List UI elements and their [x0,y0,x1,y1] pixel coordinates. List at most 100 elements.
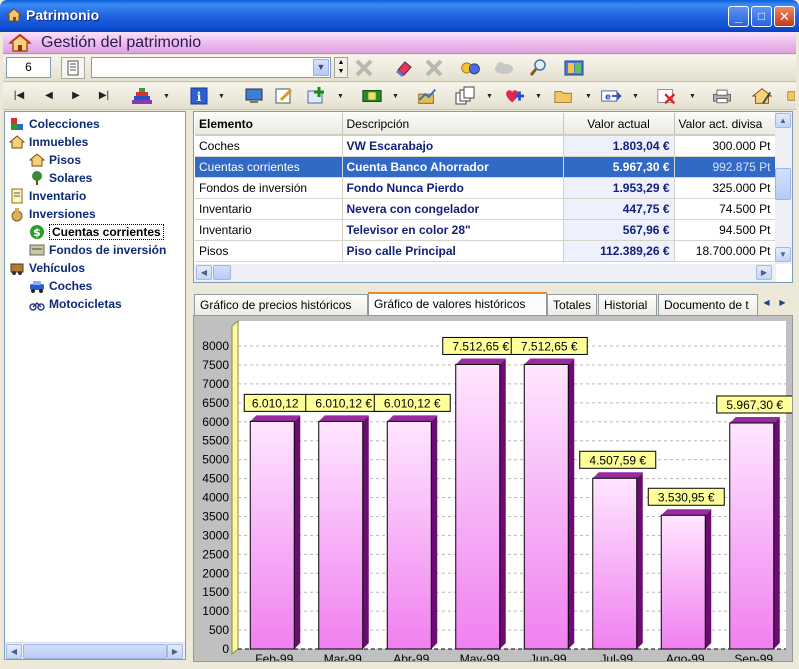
grid-horizontal-scrollbar[interactable]: ◀ ▶ [194,264,776,282]
table-row[interactable]: Pisos Piso calle Principal 112.389,26 €18.… [195,240,776,262]
chevron-down-icon[interactable]: ▼ [486,93,493,100]
tree-item-cuentas-corrientes[interactable]: $ Cuentas corrientes [29,223,164,240]
table-row[interactable]: Fondos de inversión Fondo Nunca Pierdo 1.9… [195,177,776,199]
y-tick-label: 1000 [202,604,229,618]
cell-valor: 5.967,30 € [563,156,675,178]
chevron-down-icon[interactable]: ▼ [337,93,344,100]
table-row[interactable]: Coches VW Escarabajo 1.803,04 €300.000 Pt [195,135,776,157]
window-titlebar[interactable]: Patrimonio _ □ ✕ [0,0,799,32]
tree-item-colecciones[interactable]: Colecciones [9,115,100,132]
tree-item-pisos[interactable]: Pisos [29,151,81,168]
chevron-down-icon[interactable]: ▼ [218,93,225,100]
elements-grid[interactable]: Elemento Descripción Valor actual Valor … [193,111,793,283]
remove-filter-icon[interactable] [656,85,678,107]
grid-vertical-scrollbar[interactable]: ▲ ▼ [775,112,792,264]
chevron-down-icon[interactable]: ▼ [585,93,592,100]
tree-item-solares[interactable]: Solares [29,169,92,186]
tree-item-label: Cuentas corrientes [49,223,164,240]
tree-item-inversiones[interactable]: Inversiones [9,205,96,222]
table-row[interactable]: Cuentas corrientes Cuenta Banco Ahorrador… [195,156,776,178]
scroll-down-button[interactable]: ▼ [775,247,791,262]
maximize-button[interactable]: □ [751,6,772,27]
cell-descripcion: Televisor en color 28" [342,219,564,241]
tree-horizontal-scrollbar[interactable]: ◀ ▶ [5,642,185,659]
bar [318,420,364,650]
chevron-down-icon[interactable]: ▼ [689,93,696,100]
tab-graf-valores[interactable]: Gráfico de valores históricos [368,292,547,316]
table-row[interactable]: Inventario Nevera con congelador 447,75 €7… [195,198,776,220]
tab-historial[interactable]: Historial [598,294,657,315]
data-label: 3.530,95 € [658,490,715,504]
scroll-thumb[interactable] [213,265,231,280]
scroll-left-button[interactable]: ◀ [6,644,22,659]
tab-scroll-left-icon[interactable]: ◀ [759,295,774,310]
bar-side [705,509,712,649]
scroll-up-button[interactable]: ▲ [775,113,791,128]
scroll-right-button[interactable]: ▶ [756,265,772,280]
bar-side [568,358,575,649]
money-icon[interactable] [361,85,383,107]
cell-descripcion: Fondo Nunca Pierdo [342,177,564,199]
add-record-icon[interactable] [306,85,328,107]
copy-icon[interactable] [454,85,476,107]
category-tree[interactable]: ◀ ▶ Colecciones Inmuebles Pisos Solares Inve… [4,111,186,660]
first-record-button[interactable]: |◀ [9,87,29,105]
chevron-down-icon[interactable]: ▼ [632,93,639,100]
export-icon[interactable]: e [600,85,622,107]
y-tick-label: 500 [209,623,229,637]
info-icon[interactable]: i [188,85,210,107]
column-header-valor-divisa[interactable]: Valor act. divisa [674,113,776,136]
coins-icon[interactable] [460,57,482,79]
tree-item-fondos-de-inversión[interactable]: Fondos de inversión [29,241,166,258]
tab-graf-precios[interactable]: Gráfico de precios históricos [194,294,368,315]
scroll-left-button[interactable]: ◀ [196,265,212,280]
document-list-button[interactable] [61,57,85,79]
tree-item-coches[interactable]: Coches [29,277,92,294]
next-record-button[interactable]: ▶ [66,87,86,105]
house-settings-icon[interactable] [751,85,773,107]
column-header-elemento[interactable]: Elemento [195,113,343,136]
monitor-icon[interactable] [243,85,265,107]
home-icon [8,34,32,52]
map-icon[interactable] [563,57,585,79]
tab-scroll-right-icon[interactable]: ▶ [775,295,790,310]
tree-item-inventario[interactable]: Inventario [9,187,86,204]
delete-icon[interactable] [353,57,375,79]
chevron-down-icon[interactable]: ▼ [535,93,542,100]
record-count: 6 [6,57,51,78]
last-record-button[interactable]: ▶| [94,87,114,105]
print-icon[interactable] [711,85,733,107]
element-combo[interactable]: ▼ [91,57,331,78]
cell-descripcion: Nevera con congelador [342,198,564,220]
chart-growth-icon[interactable] [416,85,438,107]
cancel-icon[interactable] [423,57,445,79]
minimize-button[interactable]: _ [728,6,749,27]
add-favorite-icon[interactable] [503,85,525,107]
scroll-thumb[interactable] [775,168,791,200]
folder-icon[interactable] [553,85,575,107]
cell-descripcion: Cuenta Banco Ahorrador [342,156,564,178]
tree-item-motocicletas[interactable]: Motocicletas [29,295,122,312]
column-header-valor-actual[interactable]: Valor actual [563,113,675,136]
table-row[interactable]: Inventario Televisor en color 28" 567,96 €… [195,219,776,241]
tab-totales[interactable]: Totales [547,294,597,315]
chevron-down-icon[interactable]: ▼ [163,93,170,100]
tree-item-vehículos[interactable]: Vehículos [9,259,85,276]
chevron-down-icon[interactable]: ▼ [313,59,329,76]
scroll-thumb[interactable] [23,644,167,659]
stack-icon[interactable] [131,85,153,107]
eraser-icon[interactable] [393,57,415,79]
column-header-descripcion[interactable]: Descripción [342,113,564,136]
overflow-icon[interactable] [783,85,795,107]
tree-item-inmuebles[interactable]: Inmuebles [9,133,88,150]
x-tick-label: Feb-99 [255,652,293,661]
close-button[interactable]: ✕ [774,6,795,27]
previous-record-button[interactable]: ◀ [39,87,59,105]
magnifier-icon[interactable] [527,57,549,79]
scroll-right-button[interactable]: ▶ [167,644,183,659]
spin-buttons[interactable]: ▲ ▼ [334,57,348,78]
edit-icon[interactable] [273,85,295,107]
chevron-down-icon[interactable]: ▼ [392,93,399,100]
tab-documento[interactable]: Documento de t [658,294,758,315]
cloud-icon[interactable] [493,57,515,79]
